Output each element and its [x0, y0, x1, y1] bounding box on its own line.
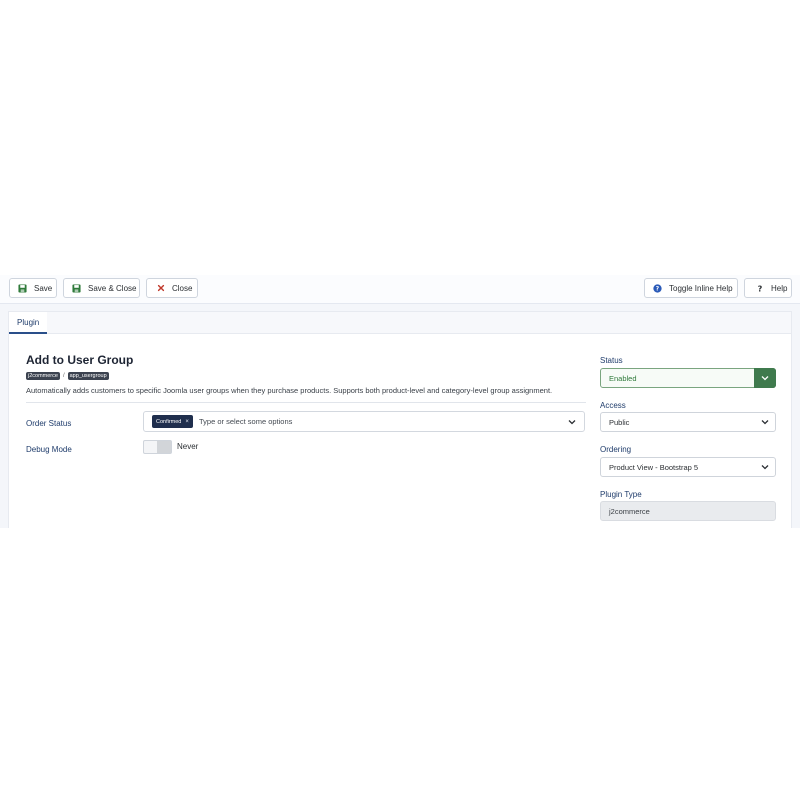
save-close-button-label: Save & Close	[88, 283, 137, 293]
chevron-down-icon[interactable]	[564, 414, 580, 430]
badge-separator: /	[62, 373, 65, 379]
floppy-disk-icon	[72, 283, 81, 293]
plugin-description: Automatically adds customers to specific…	[26, 386, 553, 395]
plugin-title: Add to User Group	[26, 353, 134, 367]
chevron-down-icon[interactable]	[758, 415, 772, 429]
status-value: Enabled	[609, 373, 637, 383]
status-select[interactable]: Enabled	[600, 368, 776, 388]
folder-badge: j2commerce	[26, 372, 60, 380]
plugin-type-field: j2commerce	[600, 501, 776, 521]
debug-mode-label: Debug Mode	[26, 445, 72, 454]
plugin-type-label: Plugin Type	[600, 490, 642, 499]
ordering-label: Ordering	[600, 445, 632, 454]
chevron-down-icon[interactable]	[758, 460, 772, 474]
chevron-down-icon[interactable]	[754, 368, 776, 388]
plugin-edit-screen: Save Save & Close Close ? Toggle Inline …	[0, 275, 800, 528]
save-close-button[interactable]: Save & Close	[63, 278, 140, 298]
ordering-select[interactable]: Product View - Bootstrap 5	[600, 457, 776, 477]
switch-knob	[157, 441, 171, 453]
debug-mode-switch[interactable]	[143, 440, 172, 454]
divider	[26, 402, 586, 403]
close-button-label: Close	[172, 283, 193, 293]
floppy-disk-icon	[18, 283, 27, 293]
toggle-inline-help-button[interactable]: ? Toggle Inline Help	[644, 278, 738, 298]
status-label: Status	[600, 356, 623, 365]
order-status-label: Order Status	[26, 419, 72, 428]
chip-label: Confirmed	[156, 418, 182, 425]
plugin-badges: j2commerce / app_usergroup	[26, 372, 109, 380]
save-button-label: Save	[34, 283, 53, 293]
plugin-form-card: Plugin Add to User Group j2commerce / ap…	[8, 311, 792, 528]
chip-remove-icon[interactable]: ×	[185, 419, 189, 425]
access-label: Access	[600, 401, 626, 410]
plugin-type-value: j2commerce	[609, 506, 650, 516]
toolbar: Save Save & Close Close ? Toggle Inline …	[0, 275, 800, 304]
svg-text:?: ?	[757, 284, 762, 293]
help-button[interactable]: ? Help	[744, 278, 792, 298]
close-button[interactable]: Close	[146, 278, 198, 298]
order-status-multiselect[interactable]: Confirmed × Type or select some options	[143, 411, 585, 432]
question-icon: ?	[755, 284, 764, 293]
debug-mode-value: Never	[177, 442, 199, 451]
access-select[interactable]: Public	[600, 412, 776, 432]
element-badge: app_usergroup	[67, 372, 109, 380]
save-button[interactable]: Save	[9, 278, 57, 298]
toggle-inline-help-label: Toggle Inline Help	[669, 283, 733, 293]
question-circle-icon: ?	[653, 283, 662, 293]
tab-bar: Plugin	[9, 312, 791, 334]
access-value: Public	[609, 417, 630, 427]
order-status-input[interactable]: Type or select some options	[199, 417, 292, 426]
ordering-value: Product View - Bootstrap 5	[609, 462, 699, 472]
x-icon	[156, 284, 165, 293]
tab-plugin[interactable]: Plugin	[9, 312, 48, 334]
order-status-chip: Confirmed ×	[152, 415, 193, 428]
help-button-label: Help	[771, 283, 788, 293]
